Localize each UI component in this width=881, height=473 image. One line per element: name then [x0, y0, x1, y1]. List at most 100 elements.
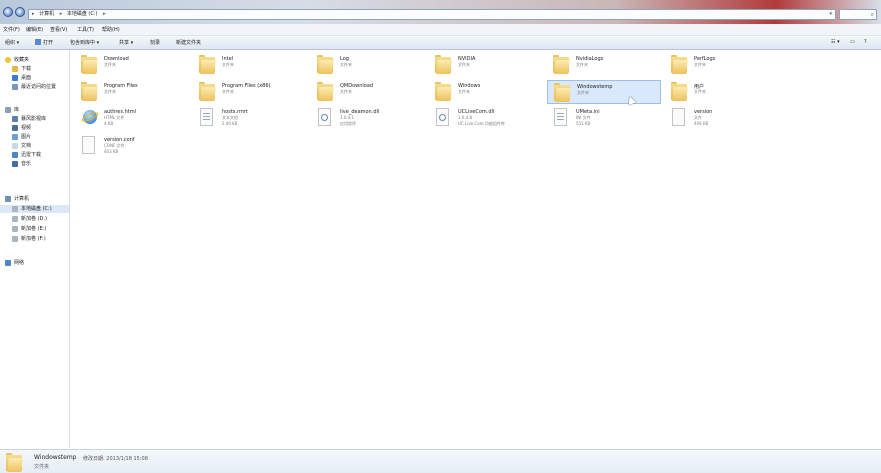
folder-item-windows[interactable]: Windows 文件夹	[429, 80, 543, 104]
chevron-right-icon: ▸	[103, 11, 106, 17]
menu-tools[interactable]: 工具(T)	[77, 26, 94, 33]
menu-edit[interactable]: 编辑(E)	[26, 26, 43, 33]
folder-item-nvidialogs[interactable]: NvidiaLogs 文件夹	[547, 53, 661, 77]
sidebar-item-storm-videos[interactable]: 暴风影视库	[0, 115, 69, 123]
folder-icon	[553, 55, 570, 74]
folder-item-windowstemp[interactable]: Windowstemp 文件夹	[547, 80, 661, 104]
folder-icon	[81, 55, 98, 74]
file-icon	[82, 136, 95, 154]
drive-icon	[12, 236, 18, 242]
sidebar-item-computer[interactable]: 计算机	[0, 195, 69, 203]
folder-item-perflogs[interactable]: PerfLogs 文件夹	[665, 53, 779, 77]
folder-item-program-files[interactable]: Program Files 文件夹	[75, 80, 189, 104]
folder-icon	[317, 55, 334, 74]
drive-icon	[12, 226, 18, 232]
folder-item-intel[interactable]: Intel 文件夹	[193, 53, 307, 77]
sidebar-item-thunder[interactable]: 迅雷下载	[0, 151, 69, 159]
file-item-live-deamon-dll[interactable]: live_deamon.dll 1.0.0.1 应用程序	[311, 106, 425, 130]
network-icon	[5, 260, 11, 266]
new-folder-button[interactable]: 新建文件夹	[176, 39, 201, 46]
sidebar-item-drive-d[interactable]: 新加卷 (D:)	[0, 215, 69, 223]
sidebar-item-libraries[interactable]: 库	[0, 106, 69, 114]
burn-button[interactable]: 刻录	[150, 39, 160, 46]
preview-pane-icon[interactable]: ▭	[850, 39, 855, 45]
menu-bar: 文件(F) 编辑(E) 查看(V) 工具(T) 帮助(H)	[0, 24, 881, 36]
documents-icon	[12, 143, 18, 149]
search-input[interactable]: ⌕	[839, 9, 877, 20]
file-item-umeta-ini[interactable]: UMeta.ini INI 文件 551 KB	[547, 106, 661, 130]
file-icon	[672, 108, 685, 126]
back-button[interactable]: ‹	[3, 7, 13, 17]
folder-icon: ▸	[32, 11, 35, 17]
folder-icon	[199, 82, 216, 101]
chevron-down-icon[interactable]: ▾	[829, 10, 832, 19]
share-button[interactable]: 共享 ▾	[119, 39, 133, 46]
breadcrumb-drive-c[interactable]: 本地磁盘 (C:)	[67, 11, 98, 17]
sidebar-item-drive-f[interactable]: 新加卷 (F:)	[0, 235, 69, 243]
drive-icon	[12, 206, 18, 212]
include-in-library-button[interactable]: 包含到库中 ▾	[70, 39, 99, 46]
title-bar: ‹ › ▸ 计算机 ▸ 本地磁盘 (C:) ▸ ▾ ⌕	[0, 0, 881, 24]
computer-icon	[5, 196, 11, 202]
file-item-hosts-rmrt[interactable]: hosts.rmrt 文本文档 2.40 KB	[193, 106, 307, 130]
sidebar-item-recent[interactable]: 最近访问的位置	[0, 83, 69, 91]
star-icon	[5, 57, 11, 63]
sidebar-item-music[interactable]: 音乐	[0, 160, 69, 168]
open-icon	[35, 39, 41, 45]
folder-item-qmdownload[interactable]: QMDownload 文件夹	[311, 80, 425, 104]
library-icon	[5, 107, 11, 113]
sidebar-item-drive-e[interactable]: 新加卷 (E:)	[0, 225, 69, 233]
organize-button[interactable]: 组织 ▾	[5, 39, 19, 46]
folder-item-download[interactable]: Download 文件夹	[75, 53, 189, 77]
video-icon	[12, 125, 18, 131]
file-item-version[interactable]: version 文件 406 KB	[665, 106, 779, 130]
folder-item-program-files-x86[interactable]: Program Files (x86) 文件夹	[193, 80, 307, 104]
address-bar[interactable]: ▸ 计算机 ▸ 本地磁盘 (C:) ▸ ▾	[28, 9, 836, 20]
navigation-pane: 收藏夹 下载 桌面 最近访问的位置 库 暴风影视库 视频 图片 文档 迅雷下载 …	[0, 50, 70, 448]
sidebar-item-desktop[interactable]: 桌面	[0, 74, 69, 82]
command-bar: 组织 ▾ 打开 包含到库中 ▾ 共享 ▾ 刻录 新建文件夹 ☷ ▾ ▭ ?	[0, 36, 881, 50]
menu-view[interactable]: 查看(V)	[50, 26, 67, 33]
sidebar-item-network[interactable]: 网络	[0, 259, 69, 267]
file-item-version-conf[interactable]: version.conf CONF 文件 403 KB	[75, 134, 189, 158]
folder-item-users[interactable]: 用户 文件夹	[665, 80, 779, 104]
details-pane: Windowstemp 修改日期: 2013/1/18 15:08 文件夹	[0, 449, 881, 473]
forward-button[interactable]: ›	[15, 7, 25, 17]
breadcrumb-computer[interactable]: 计算机	[39, 11, 54, 17]
folder-icon	[317, 82, 334, 101]
folder-item-nvidia[interactable]: NVIDIA 文件夹	[429, 53, 543, 77]
pictures-icon	[12, 134, 18, 140]
folder-icon	[81, 82, 98, 101]
thunder-icon	[12, 152, 18, 158]
file-item-authres-html[interactable]: authres.html HTML 文件 4 KB	[75, 106, 189, 130]
video-library-icon	[12, 116, 18, 122]
folder-icon	[671, 55, 688, 74]
dll-file-icon	[318, 108, 331, 126]
help-icon[interactable]: ?	[864, 39, 867, 45]
sidebar-item-videos[interactable]: 视频	[0, 124, 69, 132]
file-item-uclivecom-dll[interactable]: UCLiveCom.dll 1.0.4.8 UC Live Com 功能组件库	[429, 106, 543, 130]
menu-file[interactable]: 文件(F)	[3, 26, 20, 33]
ini-file-icon	[554, 108, 567, 126]
sidebar-item-documents[interactable]: 文档	[0, 142, 69, 150]
sidebar-item-downloads[interactable]: 下载	[0, 65, 69, 73]
open-button[interactable]: 打开	[43, 39, 53, 46]
view-options-icon[interactable]: ☷ ▾	[831, 39, 840, 45]
details-type: 文件夹	[34, 464, 50, 470]
internet-explorer-icon	[80, 108, 100, 126]
folder-icon	[671, 82, 688, 101]
sidebar-item-pictures[interactable]: 图片	[0, 133, 69, 141]
sidebar-item-drive-c[interactable]: 本地磁盘 (C:)	[0, 205, 69, 213]
folder-item-log[interactable]: Log 文件夹	[311, 53, 425, 77]
text-file-icon	[200, 108, 213, 126]
folder-icon	[554, 83, 571, 102]
music-icon	[12, 161, 18, 167]
folder-icon	[199, 55, 216, 74]
sidebar-item-favorites[interactable]: 收藏夹	[0, 56, 69, 64]
desktop-icon	[12, 75, 18, 81]
chevron-right-icon: ▸	[59, 11, 63, 17]
details-name: Windowstemp	[34, 454, 77, 461]
details-modified: 修改日期: 2013/1/18 15:08	[83, 456, 148, 462]
folder-icon	[435, 82, 452, 101]
menu-help[interactable]: 帮助(H)	[102, 26, 120, 33]
